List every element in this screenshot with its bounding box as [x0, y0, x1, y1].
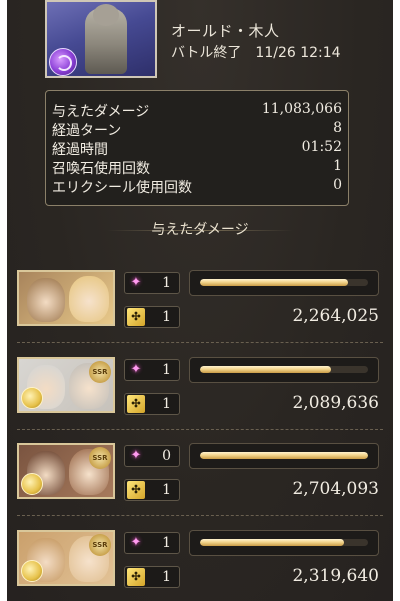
damage-bar	[189, 357, 379, 383]
damage-value: 2,319,640	[292, 566, 379, 586]
summon-sparkle-icon: ✦	[130, 362, 142, 377]
character-row[interactable]: SSR ✦ 1 ✣ 1 2,089,636	[7, 357, 393, 441]
damage-bar-fill	[200, 366, 332, 373]
damage-bar	[189, 443, 379, 469]
damage-bar	[189, 530, 379, 556]
elixir-count-chip: ✣ 1	[124, 306, 180, 328]
summon-sparkle-icon: ✦	[130, 448, 142, 463]
summon-count-chip: ✦ 1	[124, 532, 180, 554]
summon-count-chip: ✦ 1	[124, 359, 180, 381]
section-title: 与えたダメージ	[7, 218, 393, 242]
stat-label: 与えたダメージ	[52, 104, 150, 120]
stat-row-time: 経過時間 01:52	[52, 139, 342, 158]
battle-status-line: バトル終了 11/26 12:14	[171, 42, 341, 62]
stat-label: 召喚石使用回数	[52, 161, 150, 177]
light-element-icon	[21, 387, 43, 409]
damage-bar-fill	[200, 539, 345, 546]
damage-bar-track	[200, 366, 368, 373]
summon-sparkle-icon: ✦	[130, 535, 142, 550]
damage-value: 2,264,025	[292, 306, 379, 326]
summon-count: 1	[162, 535, 171, 551]
summon-count-chip: ✦ 1	[124, 272, 180, 294]
stat-row-summons: 召喚石使用回数 1	[52, 158, 342, 177]
damage-bar-track	[200, 279, 368, 286]
elixir-count: 1	[162, 482, 171, 498]
stat-label: 経過時間	[52, 142, 108, 158]
boss-statue-head	[93, 4, 119, 26]
elixir-icon: ✣	[127, 568, 145, 586]
character-face	[69, 276, 109, 322]
row-divider	[17, 429, 383, 430]
summon-count: 0	[162, 448, 171, 464]
elixir-icon: ✣	[127, 395, 145, 413]
stat-row-elixirs: エリクシール使用回数 0	[52, 177, 342, 196]
elixir-icon: ✣	[127, 308, 145, 326]
ssr-badge: SSR	[89, 361, 111, 383]
summon-sparkle-icon: ✦	[130, 275, 142, 290]
stat-row-damage: 与えたダメージ 11,083,066	[52, 101, 342, 120]
stat-label: エリクシール使用回数	[52, 180, 192, 196]
character-row[interactable]: SSR ✦ 0 ✣ 1 2,704,093	[7, 443, 393, 527]
elixir-count-chip: ✣ 1	[124, 566, 180, 588]
damage-value: 2,704,093	[292, 479, 379, 499]
row-divider	[17, 515, 383, 516]
stat-label: 経過ターン	[52, 123, 122, 139]
damage-bar-track	[200, 539, 368, 546]
character-face	[27, 278, 65, 322]
character-portrait[interactable]	[17, 270, 115, 326]
elixir-count: 1	[162, 569, 171, 585]
battle-timestamp: 11/26 12:14	[255, 45, 341, 61]
light-element-icon	[21, 560, 43, 582]
battle-header: オールド・木人 バトル終了 11/26 12:14	[7, 0, 393, 80]
stat-value: 1	[333, 158, 342, 174]
stat-row-turns: 経過ターン 8	[52, 120, 342, 139]
stat-value: 0	[333, 177, 342, 193]
character-row[interactable]: ✦ 1 ✣ 1 2,264,025	[7, 270, 393, 354]
elixir-count: 1	[162, 396, 171, 412]
damage-bar-fill	[200, 452, 368, 459]
elixir-count-chip: ✣ 1	[124, 479, 180, 501]
boss-portrait	[45, 0, 157, 78]
stat-value: 8	[333, 120, 342, 136]
light-element-icon	[21, 473, 43, 495]
summon-count: 1	[162, 275, 171, 291]
character-portrait[interactable]: SSR	[17, 530, 115, 586]
elixir-count: 1	[162, 309, 171, 325]
character-portrait[interactable]: SSR	[17, 443, 115, 499]
row-divider	[17, 342, 383, 343]
stat-value: 11,083,066	[261, 101, 342, 117]
boss-name: オールド・木人	[171, 22, 280, 40]
character-portrait[interactable]: SSR	[17, 357, 115, 413]
battle-status: バトル終了	[171, 45, 242, 61]
damage-bar-track	[200, 452, 368, 459]
damage-value: 2,089,636	[292, 393, 379, 413]
battle-result-panel: オールド・木人 バトル終了 11/26 12:14 与えたダメージ 11,083,…	[7, 0, 393, 601]
character-row[interactable]: SSR ✦ 1 ✣ 1 2,319,640	[7, 530, 393, 601]
battle-stats-box: 与えたダメージ 11,083,066 経過ターン 8 経過時間 01:52 召喚…	[45, 90, 349, 206]
elixir-count-chip: ✣ 1	[124, 393, 180, 415]
summon-count: 1	[162, 362, 171, 378]
summon-count-chip: ✦ 0	[124, 445, 180, 467]
damage-bar	[189, 270, 379, 296]
damage-bar-fill	[200, 279, 348, 286]
stat-value: 01:52	[301, 139, 342, 155]
elixir-icon: ✣	[127, 481, 145, 499]
section-title-label: 与えたダメージ	[151, 222, 249, 238]
ssr-badge: SSR	[89, 447, 111, 469]
ssr-badge: SSR	[89, 534, 111, 556]
dark-element-icon	[49, 48, 77, 76]
